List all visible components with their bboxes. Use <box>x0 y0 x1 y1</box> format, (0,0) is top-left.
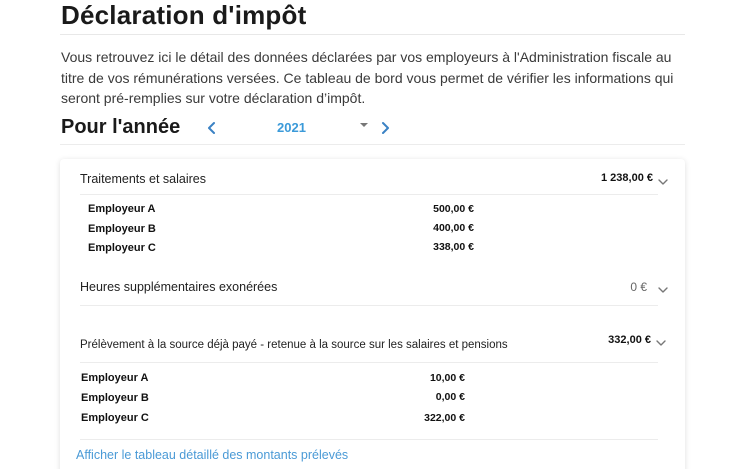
year-select-value[interactable]: 2021 <box>277 120 306 135</box>
salaries-employer-name: Employeur A <box>88 203 156 215</box>
withholding-employer-amount: 322,00 € <box>424 412 465 424</box>
overtime-total: 0 € <box>630 280 647 294</box>
withholding-employer-name: Employeur B <box>81 392 149 404</box>
withholding-divider <box>80 362 658 363</box>
chevron-left-icon[interactable] <box>205 120 219 136</box>
salaries-label[interactable]: Traitements et salaires <box>80 172 206 186</box>
year-divider <box>60 144 685 145</box>
salaries-employer-amount: 500,00 € <box>433 203 474 215</box>
withholding-employer-amount: 0,00 € <box>435 391 465 403</box>
salaries-employer-name: Employeur C <box>88 242 156 254</box>
caret-down-icon[interactable] <box>359 120 369 130</box>
year-section-title: Pour l'année <box>61 116 181 138</box>
salaries-divider <box>80 194 658 195</box>
withholding-label[interactable]: Prélèvement à la source déjà payé - rete… <box>80 339 508 351</box>
salaries-employer-name: Employeur B <box>88 223 156 235</box>
detail-table-link[interactable]: Afficher le tableau détaillé des montant… <box>76 448 348 462</box>
chevron-down-icon[interactable] <box>657 176 669 188</box>
intro-text: Vous retrouvez ici le détail des données… <box>61 49 674 106</box>
withholding-employer-amount: 10,00 € <box>429 372 465 384</box>
withholding-employer-name: Employeur C <box>81 412 149 424</box>
withholding-bottom-divider <box>80 439 658 440</box>
chevron-down-icon[interactable] <box>657 284 669 296</box>
salaries-total: 1 238,00 € <box>601 172 653 184</box>
withholding-total: 332,00 € <box>608 334 651 346</box>
declaration-card: Traitements et salaires 1 238,00 € Emplo… <box>60 159 685 469</box>
chevron-right-icon[interactable] <box>378 120 392 136</box>
withholding-employer-name: Employeur A <box>81 372 149 384</box>
overtime-label[interactable]: Heures supplémentaires exonérées <box>80 280 277 294</box>
salaries-employer-amount: 338,00 € <box>433 241 474 253</box>
page-title: Déclaration d'impôt <box>61 0 307 30</box>
title-divider <box>60 34 685 35</box>
chevron-down-icon[interactable] <box>655 337 667 349</box>
salaries-employer-amount: 400,00 € <box>433 222 474 234</box>
overtime-divider <box>80 305 658 306</box>
